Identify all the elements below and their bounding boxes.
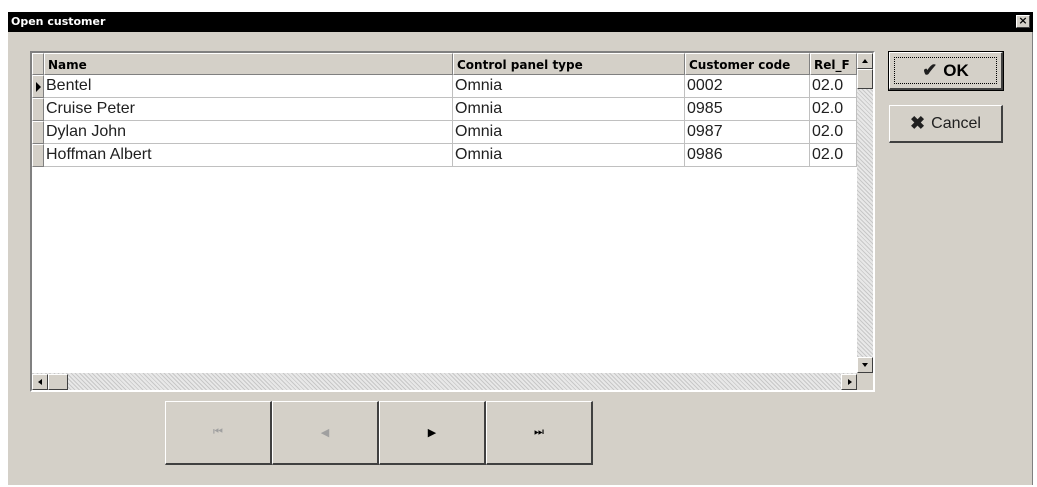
cell-panel-type[interactable]: Omnia [453,144,685,167]
cell-panel-type[interactable]: Omnia [453,98,685,121]
arrow-up-icon [862,59,868,63]
cell-name[interactable]: Bentel [44,75,453,98]
cell-name[interactable]: Hoffman Albert [44,144,453,167]
title-bar[interactable]: Open customer × [8,12,1033,32]
horizontal-scrollbar[interactable] [32,373,857,390]
window-title: Open customer [11,15,106,28]
column-header-control-panel-type[interactable]: Control panel type [453,53,685,75]
cell-rel[interactable]: 02.0 [810,144,857,167]
customer-grid[interactable]: Name Control panel type Customer code Re… [30,51,875,392]
close-icon: × [1018,14,1028,27]
scroll-right-button[interactable] [841,374,857,390]
last-record-button[interactable]: ⏭ [486,401,593,465]
ok-button[interactable]: ✔ OK [888,51,1004,91]
cell-name[interactable]: Dylan John [44,121,453,144]
cancel-button[interactable]: ✖ Cancel [889,105,1003,143]
scrollbar-corner [857,373,873,390]
row-indicator [32,98,44,121]
row-indicator [32,75,44,98]
first-record-button[interactable]: ⏮ [165,401,272,465]
cell-customer-code[interactable]: 0987 [685,121,810,144]
prior-record-icon: ◀ [320,427,330,439]
cell-customer-code[interactable]: 0986 [685,144,810,167]
cell-name[interactable]: Cruise Peter [44,98,453,121]
record-navigator: ⏮ ◀ ▶ ⏭ [165,401,595,465]
prior-record-button[interactable]: ◀ [272,401,379,465]
header-indicator-cell [32,53,44,75]
cancel-button-label: Cancel [931,114,981,132]
scroll-left-button[interactable] [32,374,48,390]
row-indicator [32,121,44,144]
column-header-rel[interactable]: Rel_F [810,53,857,75]
column-header-customer-code[interactable]: Customer code [685,53,810,75]
cell-panel-type[interactable]: Omnia [453,75,685,98]
cell-rel[interactable]: 02.0 [810,98,857,121]
arrow-right-icon [848,379,852,385]
arrow-down-icon [862,363,868,367]
close-button[interactable]: × [1016,15,1030,28]
open-customer-dialog: Open customer × Name Control panel type … [8,12,1033,485]
cell-panel-type[interactable]: Omnia [453,121,685,144]
arrow-left-icon [38,379,42,385]
vertical-scrollbar[interactable] [857,53,873,373]
row-indicator [32,144,44,167]
horizontal-scroll-thumb[interactable] [48,374,68,390]
checkmark-icon: ✔ [922,60,938,80]
column-header-name[interactable]: Name [44,53,453,75]
cancel-x-icon: ✖ [910,113,926,133]
ok-button-label: OK [943,60,969,80]
cell-customer-code[interactable]: 0985 [685,98,810,121]
cell-rel[interactable]: 02.0 [810,121,857,144]
vertical-scroll-thumb[interactable] [857,69,873,89]
last-record-icon: ⏭ [534,426,544,438]
scroll-up-button[interactable] [857,53,873,69]
cell-rel[interactable]: 02.0 [810,75,857,98]
cell-customer-code[interactable]: 0002 [685,75,810,98]
first-record-icon: ⏮ [213,426,223,438]
next-record-icon: ▶ [427,427,437,439]
next-record-button[interactable]: ▶ [379,401,486,465]
current-row-arrow-icon [36,82,41,92]
scroll-down-button[interactable] [857,357,873,373]
